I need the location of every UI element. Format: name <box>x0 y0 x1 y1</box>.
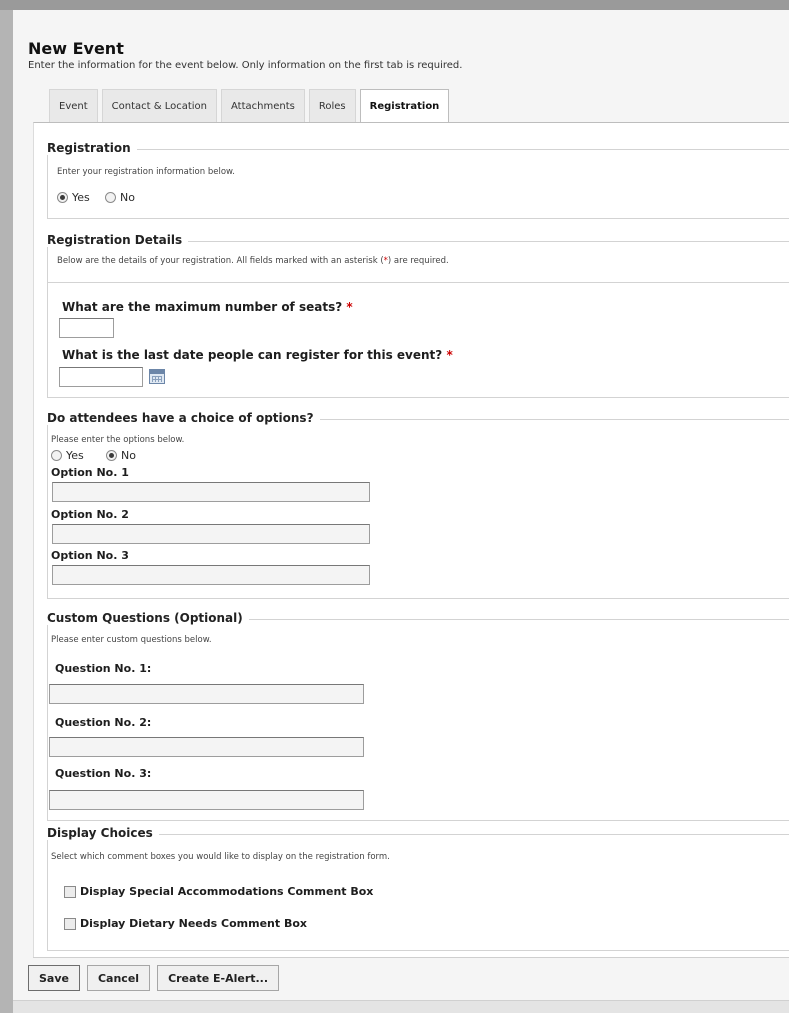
last-date-required-mark: * <box>446 348 453 362</box>
question-3-label: Question No. 3: <box>55 767 152 780</box>
footer-divider <box>33 957 789 958</box>
display-choices-hint: Select which comment boxes you would lik… <box>51 852 390 862</box>
page-subtitle: Enter the information for the event belo… <box>28 60 463 71</box>
registration-yes-option[interactable]: Yes <box>57 191 90 204</box>
options-no-option[interactable]: No <box>106 449 136 462</box>
question-2-label: Question No. 2: <box>55 716 152 729</box>
last-date-label: What is the last date people can registe… <box>62 348 453 362</box>
max-seats-input[interactable] <box>59 318 114 338</box>
option-2-input[interactable] <box>52 524 370 544</box>
calendar-icon[interactable] <box>149 369 165 384</box>
options-hint: Please enter the options below. <box>51 435 185 445</box>
registration-panel: Registration Enter your registration inf… <box>33 122 789 957</box>
option-1-label: Option No. 1 <box>51 466 129 479</box>
last-date-question: What is the last date people can registe… <box>62 348 443 362</box>
max-seats-question: What are the maximum number of seats? <box>62 300 343 314</box>
details-hint-end: ) are required. <box>387 256 449 266</box>
tab-bar: Event Contact & Location Attachments Rol… <box>49 89 453 123</box>
special-accommodations-label: Display Special Accommodations Comment B… <box>80 885 374 898</box>
options-no-radio[interactable] <box>106 450 117 461</box>
registration-no-label: No <box>120 191 135 204</box>
special-accommodations-checkbox[interactable] <box>64 885 76 898</box>
option-3-label: Option No. 3 <box>51 549 129 562</box>
custom-questions-legend: Custom Questions (Optional) <box>47 611 249 625</box>
display-choices-fieldset: Display Choices Select which comment box… <box>47 826 789 951</box>
max-seats-label: What are the maximum number of seats? * <box>62 300 353 314</box>
registration-details-fieldset: Registration Details Below are the detai… <box>47 233 789 398</box>
custom-questions-fieldset: Custom Questions (Optional) Please enter… <box>47 611 789 821</box>
options-yes-radio[interactable] <box>51 450 62 461</box>
registration-legend: Registration <box>47 141 137 155</box>
registration-hint: Enter your registration information belo… <box>57 167 235 177</box>
custom-questions-hint: Please enter custom questions below. <box>51 635 212 645</box>
window-top-bar <box>0 0 789 10</box>
registration-no-option[interactable]: No <box>105 191 135 204</box>
dietary-needs-option[interactable]: Display Dietary Needs Comment Box <box>64 917 307 930</box>
tab-contact-location[interactable]: Contact & Location <box>101 89 218 122</box>
question-1-input[interactable] <box>49 684 364 704</box>
option-3-input[interactable] <box>52 565 370 585</box>
form-buttons: Save Cancel Create E-Alert... <box>28 965 286 991</box>
option-2-label: Option No. 2 <box>51 508 129 521</box>
registration-fieldset: Registration Enter your registration inf… <box>47 141 789 219</box>
create-e-alert-button[interactable]: Create E-Alert... <box>157 965 280 991</box>
bottom-strip <box>13 1000 789 1013</box>
display-choices-legend: Display Choices <box>47 826 159 840</box>
save-button[interactable]: Save <box>28 965 80 991</box>
registration-no-radio[interactable] <box>105 192 116 203</box>
options-no-label: No <box>121 449 136 462</box>
registration-details-legend: Registration Details <box>47 233 189 247</box>
window-left-bar <box>0 10 13 1013</box>
page-title: New Event <box>28 39 124 58</box>
question-2-input[interactable] <box>49 737 364 757</box>
option-1-input[interactable] <box>52 482 370 502</box>
max-seats-required-mark: * <box>346 300 353 314</box>
dietary-needs-label: Display Dietary Needs Comment Box <box>80 917 307 930</box>
details-divider <box>48 282 789 283</box>
dietary-needs-checkbox[interactable] <box>64 917 76 930</box>
registration-yes-label: Yes <box>72 191 90 204</box>
question-1-label: Question No. 1: <box>55 662 152 675</box>
tab-roles[interactable]: Roles <box>308 89 356 122</box>
title-area: New Event Enter the information for the … <box>13 10 789 90</box>
page: New Event Enter the information for the … <box>13 10 789 1013</box>
registration-details-hint: Below are the details of your registrati… <box>57 256 449 266</box>
question-3-input[interactable] <box>49 790 364 810</box>
options-legend: Do attendees have a choice of options? <box>47 411 320 425</box>
tab-attachments[interactable]: Attachments <box>221 89 305 122</box>
options-yes-option[interactable]: Yes <box>51 449 84 462</box>
details-hint-start: Below are the details of your registrati… <box>57 256 384 266</box>
tab-event[interactable]: Event <box>49 89 98 122</box>
last-date-input[interactable] <box>59 367 143 387</box>
options-yes-label: Yes <box>66 449 84 462</box>
options-fieldset: Do attendees have a choice of options? P… <box>47 411 789 599</box>
special-accommodations-option[interactable]: Display Special Accommodations Comment B… <box>64 885 373 898</box>
registration-yes-radio[interactable] <box>57 192 68 203</box>
cancel-button[interactable]: Cancel <box>86 965 151 991</box>
tab-registration[interactable]: Registration <box>359 89 450 123</box>
